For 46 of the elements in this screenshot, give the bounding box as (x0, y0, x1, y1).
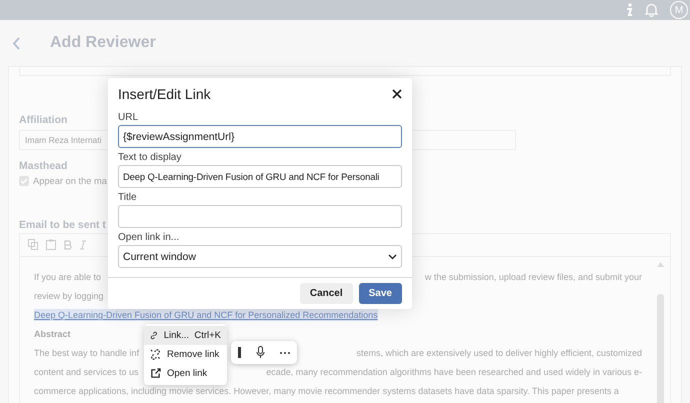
menu-item[interactable]: Link... Ctrl+K (144, 326, 227, 345)
field-label: Open link in... (118, 232, 180, 243)
copy-icon[interactable] (28, 239, 38, 250)
field-label: Text to display (118, 152, 182, 163)
checkbox-label: Appear on the ma (33, 176, 107, 186)
body-text: stems, which are extensively used to deliver highly efficient, customized (356, 347, 642, 360)
external-link-icon (150, 368, 161, 379)
save-button[interactable]: Save (358, 283, 402, 304)
back-icon[interactable] (12, 36, 20, 50)
chevron-down-icon (388, 254, 397, 260)
body-text: The best way to handle inf (34, 347, 140, 360)
text-field[interactable] (19, 67, 671, 76)
body-text: review by logging (34, 290, 104, 302)
field-label: Title (118, 192, 137, 203)
bell-icon[interactable] (645, 3, 658, 17)
microphone-icon[interactable] (256, 346, 265, 359)
body-text: commerce applications, including movie services. However, many movie recommender systems datasets have data sparsity. This paper presents a (34, 385, 619, 398)
italic-icon[interactable] (80, 240, 86, 250)
select-dropdown[interactable]: Current window (118, 245, 402, 268)
body-text: w the submission, upload review files, and submit your (424, 271, 642, 284)
paste-icon[interactable] (46, 239, 56, 250)
menu-item[interactable]: Open link (144, 364, 227, 383)
scrollbar-thumb[interactable] (657, 294, 664, 403)
body-text: content and services to us (34, 366, 139, 378)
field-label: Email to be sent t (19, 218, 106, 231)
dialog-title: Insert/Edit Link (118, 86, 211, 102)
text-cursor-icon[interactable] (238, 347, 242, 358)
bold-icon[interactable] (64, 240, 72, 250)
body-text: If you are able to (34, 271, 102, 284)
section-heading: Abstract (34, 328, 71, 340)
body-text: ecade, many recommendation algorithms have been researched and used widely in various e- (266, 366, 642, 378)
checkbox[interactable] (19, 176, 29, 186)
page-title: Add Reviewer (50, 34, 156, 52)
info-icon[interactable] (625, 3, 633, 17)
input-field[interactable]: Deep Q-Learning-Driven Fusion of GRU and NCF for Personali (118, 165, 402, 188)
close-icon[interactable] (392, 89, 402, 99)
field-label: Masthead (19, 160, 68, 172)
scroll-up-icon[interactable] (657, 262, 664, 267)
field-label: URL (118, 112, 138, 123)
field-label: Affiliation (19, 114, 68, 126)
cancel-button[interactable]: Cancel (300, 283, 353, 304)
link-icon (150, 330, 158, 341)
input-field[interactable]: {$reviewAssignmentUrl} (118, 125, 402, 148)
input-field[interactable] (118, 205, 402, 228)
menu-item[interactable]: Remove link (144, 345, 227, 364)
broken-link-icon (150, 349, 161, 360)
